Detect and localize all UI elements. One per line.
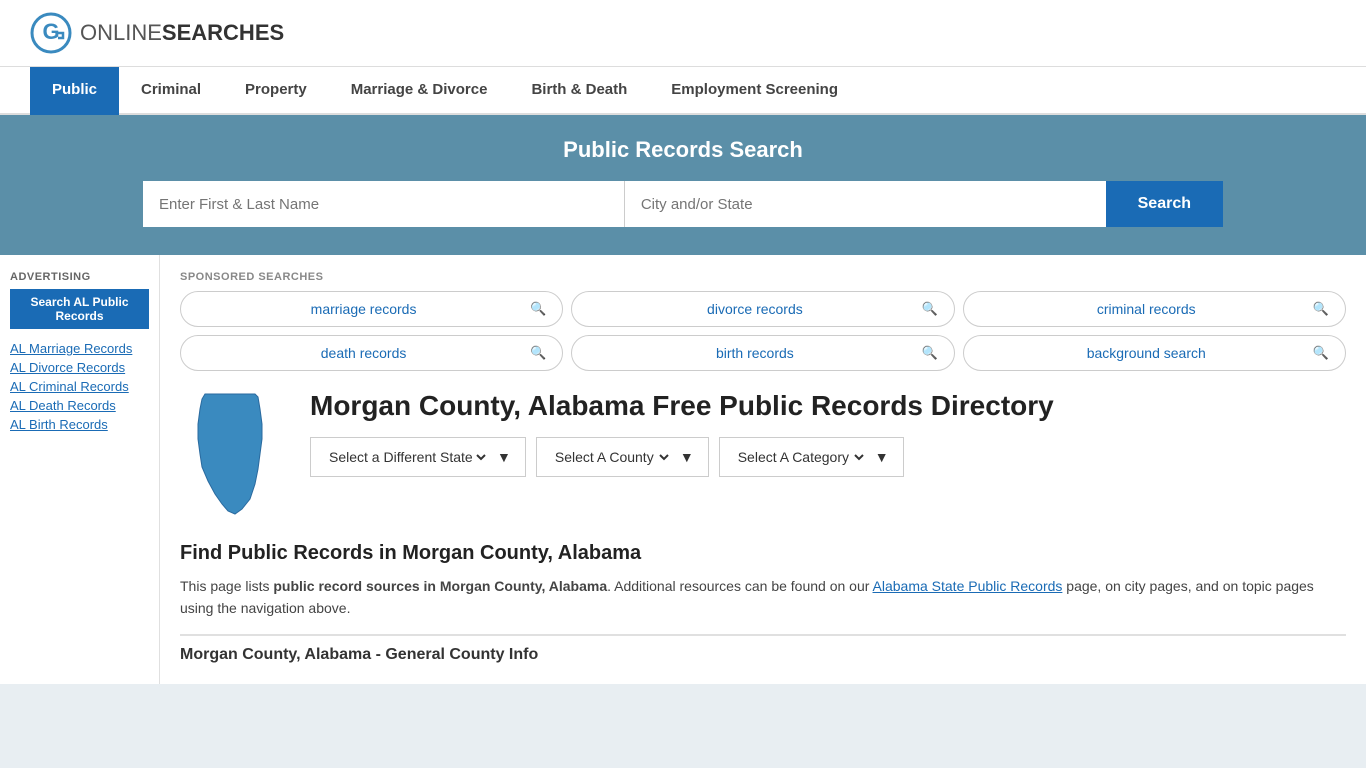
find-records-title: Find Public Records in Morgan County, Al… xyxy=(180,542,1346,565)
sponsored-pills: marriage records 🔍 divorce records 🔍 cri… xyxy=(180,291,1346,371)
location-search-input[interactable] xyxy=(625,181,1106,227)
search-icon: 🔍 xyxy=(530,345,546,361)
main-content: SPONSORED SEARCHES marriage records 🔍 di… xyxy=(160,255,1366,684)
find-records-description: This page lists public record sources in… xyxy=(180,575,1346,620)
pill-background-search[interactable]: background search 🔍 xyxy=(963,335,1346,371)
chevron-down-icon: ▼ xyxy=(680,449,694,465)
directory-dropdowns: Select a Different State ▼ Select A Coun… xyxy=(310,437,1054,477)
search-button[interactable]: Search xyxy=(1106,181,1223,227)
sidebar-link-divorce[interactable]: AL Divorce Records xyxy=(10,360,149,375)
sidebar: Advertising Search AL Public Records AL … xyxy=(0,255,160,684)
search-icon: 🔍 xyxy=(921,301,937,317)
sponsored-label: SPONSORED SEARCHES xyxy=(180,265,1346,283)
county-dropdown[interactable]: Select A County ▼ xyxy=(536,437,709,477)
search-icon: 🔍 xyxy=(921,345,937,361)
sidebar-link-death[interactable]: AL Death Records xyxy=(10,398,149,413)
pill-birth-records[interactable]: birth records 🔍 xyxy=(571,335,954,371)
directory-title-area: Morgan County, Alabama Free Public Recor… xyxy=(310,389,1054,493)
search-icon: 🔍 xyxy=(1313,345,1329,361)
sidebar-link-criminal[interactable]: AL Criminal Records xyxy=(10,379,149,394)
nav-item-criminal[interactable]: Criminal xyxy=(119,67,223,115)
nav-item-property[interactable]: Property xyxy=(223,67,329,115)
nav-item-public[interactable]: Public xyxy=(30,67,119,115)
sidebar-ad-label: Advertising xyxy=(10,271,149,283)
county-select[interactable]: Select A County xyxy=(551,448,672,466)
sidebar-link-birth[interactable]: AL Birth Records xyxy=(10,417,149,432)
find-desc-bold: public record sources in Morgan County, … xyxy=(273,578,607,594)
category-select[interactable]: Select A Category xyxy=(734,448,867,466)
alabama-map xyxy=(180,389,280,519)
county-info-title: Morgan County, Alabama - General County … xyxy=(180,634,1346,664)
pill-divorce-records[interactable]: divorce records 🔍 xyxy=(571,291,954,327)
pill-marriage-records[interactable]: marriage records 🔍 xyxy=(180,291,563,327)
state-select[interactable]: Select a Different State xyxy=(325,448,489,466)
pill-criminal-records[interactable]: criminal records 🔍 xyxy=(963,291,1346,327)
header: G ONLINESEARCHES xyxy=(0,0,1366,67)
chevron-down-icon: ▼ xyxy=(497,449,511,465)
search-icon: 🔍 xyxy=(1313,301,1329,317)
hero-section: Public Records Search Search xyxy=(0,115,1366,255)
chevron-down-icon: ▼ xyxy=(875,449,889,465)
logo-text: ONLINESEARCHES xyxy=(80,20,284,46)
alabama-state-link[interactable]: Alabama State Public Records xyxy=(873,578,1063,594)
search-bar: Search xyxy=(143,181,1223,227)
sidebar-link-marriage[interactable]: AL Marriage Records xyxy=(10,341,149,356)
logo-icon: G xyxy=(30,12,72,54)
find-desc-part1: This page lists xyxy=(180,578,273,594)
svg-text:G: G xyxy=(42,19,59,44)
directory-section: Morgan County, Alabama Free Public Recor… xyxy=(180,389,1346,522)
state-map xyxy=(180,389,290,522)
state-dropdown[interactable]: Select a Different State ▼ xyxy=(310,437,526,477)
name-search-input[interactable] xyxy=(143,181,625,227)
sidebar-ad-button[interactable]: Search AL Public Records xyxy=(10,289,149,329)
main-nav: Public Criminal Property Marriage & Divo… xyxy=(0,67,1366,115)
logo: G ONLINESEARCHES xyxy=(30,12,284,54)
hero-title: Public Records Search xyxy=(30,137,1336,163)
search-icon: 🔍 xyxy=(530,301,546,317)
category-dropdown[interactable]: Select A Category ▼ xyxy=(719,437,904,477)
pill-death-records[interactable]: death records 🔍 xyxy=(180,335,563,371)
find-desc-part2: . Additional resources can be found on o… xyxy=(607,578,872,594)
nav-item-birth-death[interactable]: Birth & Death xyxy=(509,67,649,115)
nav-item-employment[interactable]: Employment Screening xyxy=(649,67,860,115)
nav-item-marriage-divorce[interactable]: Marriage & Divorce xyxy=(329,67,510,115)
directory-title: Morgan County, Alabama Free Public Recor… xyxy=(310,389,1054,423)
